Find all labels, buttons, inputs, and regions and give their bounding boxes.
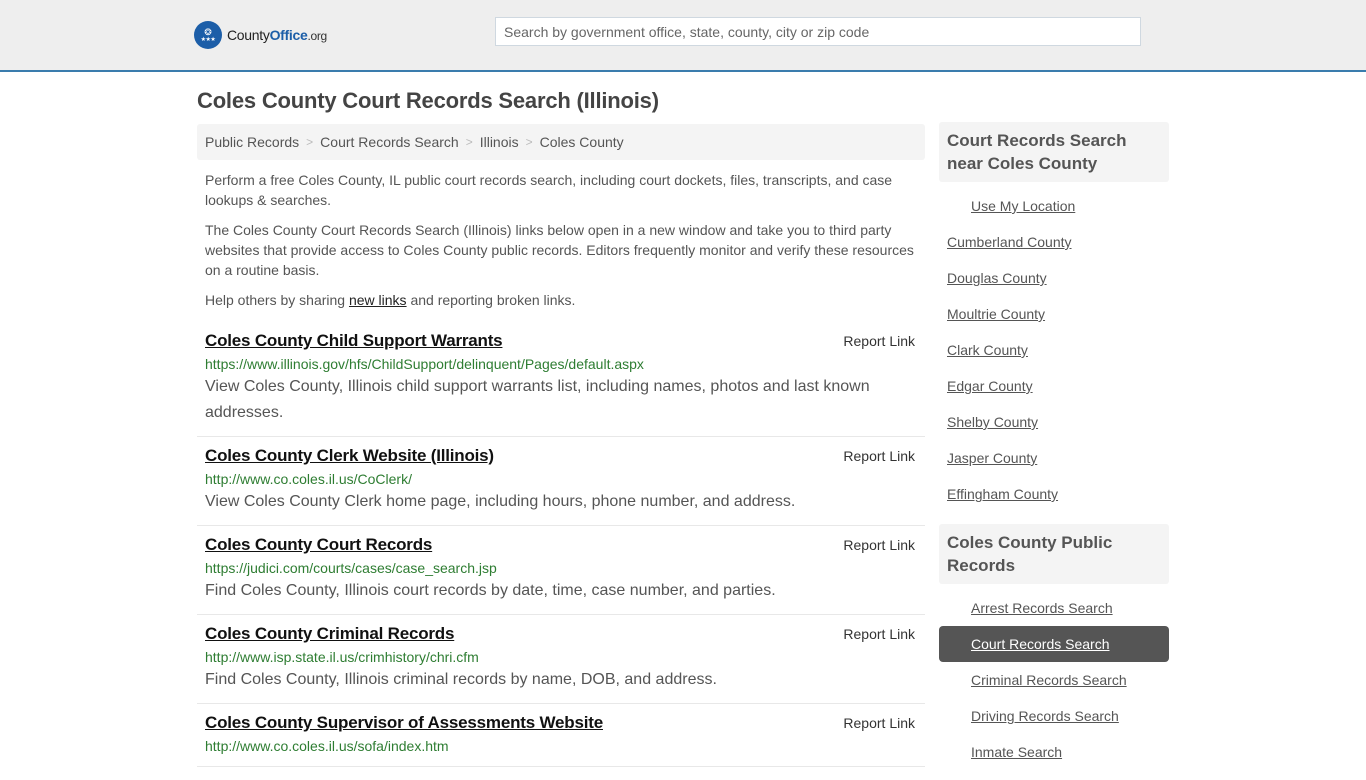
nearby-county-link[interactable]: Jasper County — [947, 450, 1037, 466]
breadcrumb-separator: > — [465, 135, 473, 149]
result-description: Find Coles County, Illinois criminal rec… — [205, 671, 717, 688]
report-link-button[interactable]: Report Link — [843, 626, 915, 642]
nearby-item: Cumberland County — [939, 224, 1169, 260]
breadcrumb-court-records-search[interactable]: Court Records Search — [320, 134, 459, 150]
public-records-list: Arrest Records Search Court Records Sear… — [939, 584, 1169, 780]
result-title-link[interactable]: Coles County Child Support Warrants — [205, 330, 503, 352]
public-records-heading: Coles County Public Records — [939, 524, 1169, 584]
search-input[interactable] — [495, 17, 1141, 46]
nearby-county-link[interactable]: Effingham County — [947, 486, 1058, 502]
arrest-records-link[interactable]: Arrest Records Search — [971, 600, 1113, 616]
result-url: http://www.isp.state.il.us/crimhistory/c… — [205, 649, 479, 665]
use-my-location-link[interactable]: Use My Location — [971, 198, 1075, 214]
results-list: Coles County Child Support Warrants Repo… — [197, 322, 925, 767]
site-header: ❂ ★★★ CountyOffice.org — [0, 0, 1366, 72]
public-records-item: Driving Records Search — [939, 698, 1169, 734]
result-item: Coles County Supervisor of Assessments W… — [197, 704, 925, 767]
criminal-records-link[interactable]: Criminal Records Search — [971, 672, 1127, 688]
public-records-item-active: Court Records Search — [939, 626, 1169, 662]
breadcrumb-separator: > — [525, 135, 533, 149]
intro-paragraph-1: Perform a free Coles County, IL public c… — [205, 172, 893, 208]
result-url: https://www.illinois.gov/hfs/ChildSuppor… — [205, 356, 644, 372]
result-title-link[interactable]: Coles County Criminal Records — [205, 623, 454, 645]
nearby-county-link[interactable]: Douglas County — [947, 270, 1047, 286]
result-url: http://www.co.coles.il.us/CoClerk/ — [205, 471, 412, 487]
use-my-location-item: Use My Location — [939, 188, 1169, 224]
court-records-link[interactable]: Court Records Search — [971, 636, 1110, 652]
breadcrumb-coles-county[interactable]: Coles County — [540, 134, 624, 150]
report-link-button[interactable]: Report Link — [843, 537, 915, 553]
sidebar: Court Records Search near Coles County U… — [939, 122, 1169, 780]
nearby-county-link[interactable]: Edgar County — [947, 378, 1033, 394]
nearby-county-link[interactable]: Cumberland County — [947, 234, 1072, 250]
breadcrumb: Public Records > Court Records Search > … — [197, 124, 925, 160]
public-records-item: Criminal Records Search — [939, 662, 1169, 698]
result-title-link[interactable]: Coles County Supervisor of Assessments W… — [205, 712, 603, 734]
intro-paragraph-3: Help others by sharing new links and rep… — [205, 292, 576, 308]
intro-text: Perform a free Coles County, IL public c… — [197, 170, 925, 310]
nearby-item: Moultrie County — [939, 296, 1169, 332]
main-content: Public Records > Court Records Search > … — [197, 124, 925, 767]
report-link-button[interactable]: Report Link — [843, 333, 915, 349]
site-logo[interactable]: ❂ ★★★ CountyOffice.org — [194, 21, 327, 49]
result-item: Coles County Criminal Records Report Lin… — [197, 615, 925, 704]
result-url: https://judici.com/courts/cases/case_sea… — [205, 560, 497, 576]
nearby-item: Clark County — [939, 332, 1169, 368]
nearby-county-link[interactable]: Shelby County — [947, 414, 1038, 430]
public-records-item: Inmate Search — [939, 734, 1169, 770]
public-records-item: Arrest Records Search — [939, 590, 1169, 626]
new-links-link[interactable]: new links — [349, 292, 407, 308]
result-url: http://www.co.coles.il.us/sofa/index.htm — [205, 738, 449, 754]
nearby-item: Douglas County — [939, 260, 1169, 296]
breadcrumb-public-records[interactable]: Public Records — [205, 134, 299, 150]
nearby-item: Shelby County — [939, 404, 1169, 440]
breadcrumb-illinois[interactable]: Illinois — [480, 134, 519, 150]
nearby-item: Jasper County — [939, 440, 1169, 476]
eagle-stars-icon: ❂ ★★★ — [194, 21, 222, 49]
result-title-link[interactable]: Coles County Clerk Website (Illinois) — [205, 445, 494, 467]
result-item: Coles County Clerk Website (Illinois) Re… — [197, 437, 925, 526]
driving-records-link[interactable]: Driving Records Search — [971, 708, 1119, 724]
breadcrumb-separator: > — [306, 135, 314, 149]
result-item: Coles County Child Support Warrants Repo… — [197, 322, 925, 437]
result-description: View Coles County, Illinois child suppor… — [205, 378, 870, 421]
result-description: View Coles County Clerk home page, inclu… — [205, 493, 796, 510]
intro-paragraph-2: The Coles County Court Records Search (I… — [205, 222, 914, 278]
logo-text: CountyOffice.org — [227, 27, 327, 43]
report-link-button[interactable]: Report Link — [843, 715, 915, 731]
nearby-item: Effingham County — [939, 476, 1169, 512]
nearby-heading: Court Records Search near Coles County — [939, 122, 1169, 182]
result-description: Find Coles County, Illinois court record… — [205, 582, 776, 599]
page-title: Coles County Court Records Search (Illin… — [197, 88, 659, 113]
result-title-link[interactable]: Coles County Court Records — [205, 534, 432, 556]
nearby-item: Edgar County — [939, 368, 1169, 404]
inmate-search-link[interactable]: Inmate Search — [971, 744, 1062, 760]
nearby-list: Use My Location Cumberland County Dougla… — [939, 182, 1169, 522]
nearby-county-link[interactable]: Clark County — [947, 342, 1028, 358]
report-link-button[interactable]: Report Link — [843, 448, 915, 464]
result-item: Coles County Court Records Report Link h… — [197, 526, 925, 615]
nearby-county-link[interactable]: Moultrie County — [947, 306, 1045, 322]
